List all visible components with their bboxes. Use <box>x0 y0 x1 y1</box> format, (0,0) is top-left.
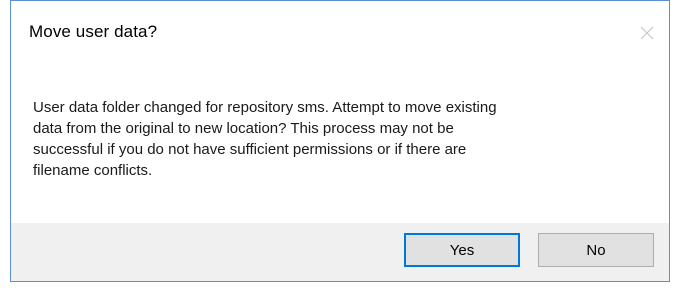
dialog-message: User data folder changed for repository … <box>33 99 497 179</box>
no-button[interactable]: No <box>538 233 654 267</box>
dialog-title: Move user data? <box>29 22 158 41</box>
yes-button[interactable]: Yes <box>404 233 520 267</box>
move-user-data-dialog: Move user data? User data folder changed… <box>10 0 670 282</box>
dialog-button-bar: Yes No <box>11 223 669 281</box>
close-button[interactable] <box>633 21 661 45</box>
dialog-title-bar: Move user data? <box>11 1 669 61</box>
close-icon <box>640 26 654 40</box>
